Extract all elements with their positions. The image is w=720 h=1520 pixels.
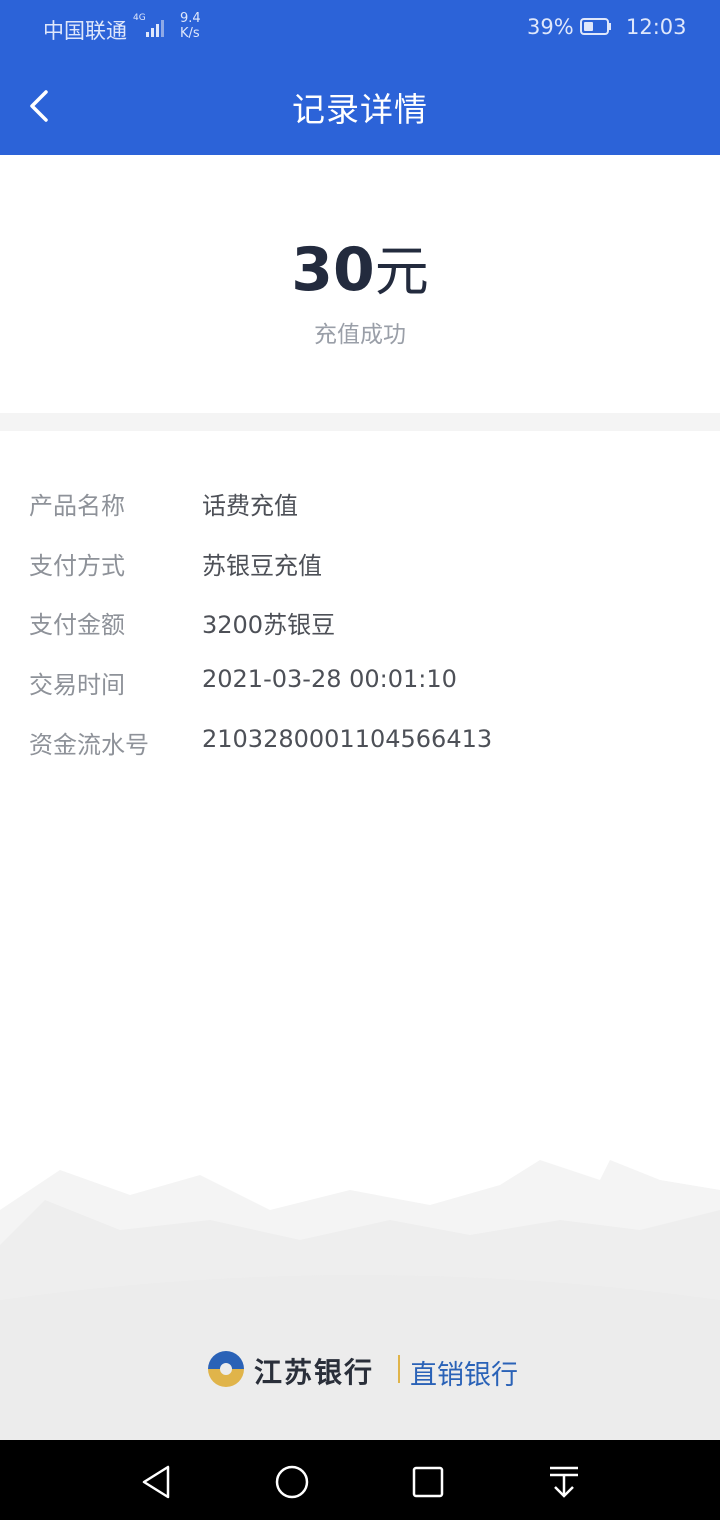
bank-logo-icon	[208, 1351, 244, 1387]
network-speed: 9.4 K/s	[180, 11, 201, 41]
detail-value: 3200苏银豆	[202, 611, 336, 639]
detail-label: 交易时间	[29, 671, 125, 699]
detail-row-product: 产品名称 话费充值	[0, 486, 720, 526]
title-bar: 记录详情	[0, 56, 720, 155]
detail-row-serial-number: 资金流水号 210328000110456641​3	[0, 725, 720, 765]
detail-row-transaction-time: 交易时间 2021-03-28 00:01:10	[0, 665, 720, 705]
system-nav-bar	[0, 1440, 720, 1520]
back-triangle-icon[interactable]	[136, 1462, 176, 1502]
carrier-name: 中国联通	[43, 19, 127, 43]
summary-section: 30元 充值成功	[0, 155, 720, 413]
status-text: 充值成功	[314, 322, 406, 348]
notification-pulldown-icon[interactable]	[544, 1462, 584, 1502]
home-circle-icon[interactable]	[272, 1462, 312, 1502]
detail-row-payment-method: 支付方式 苏银豆充值	[0, 546, 720, 586]
brand-divider	[398, 1355, 400, 1383]
bank-brand: 江苏银行 直销银行	[204, 1345, 524, 1397]
speed-value: 9.4	[180, 11, 201, 26]
detail-value: 话费充值	[202, 492, 298, 520]
section-divider	[0, 413, 720, 431]
page-title: 记录详情	[292, 90, 428, 129]
recents-square-icon[interactable]	[408, 1462, 448, 1502]
detail-label: 支付金额	[29, 611, 125, 639]
amount-display: 30元	[0, 227, 720, 306]
battery-percent: 39%	[527, 15, 574, 39]
status-bar: 中国联通 4G 9.4 K/s 39% 12:03	[0, 0, 720, 56]
detail-label: 产品名称	[29, 492, 125, 520]
detail-value: 2021-03-28 00:01:10	[202, 665, 457, 693]
clock: 12:03	[626, 15, 687, 39]
bank-name: 江苏银行	[254, 1356, 375, 1389]
amount-value: 30	[291, 235, 375, 305]
amount-unit: 元	[374, 240, 429, 303]
detail-value: 210328000110456641​3	[202, 725, 493, 753]
brand-subtitle: 直销银行	[410, 1360, 518, 1391]
speed-unit: K/s	[180, 26, 200, 41]
detail-label: 支付方式	[29, 552, 125, 580]
detail-row-payment-amount: 支付金额 3200苏银豆	[0, 605, 720, 645]
detail-label: 资金流水号	[29, 731, 149, 759]
battery-icon	[580, 18, 611, 35]
detail-value: 苏银豆充值	[202, 552, 322, 580]
signal-icon	[146, 20, 164, 37]
